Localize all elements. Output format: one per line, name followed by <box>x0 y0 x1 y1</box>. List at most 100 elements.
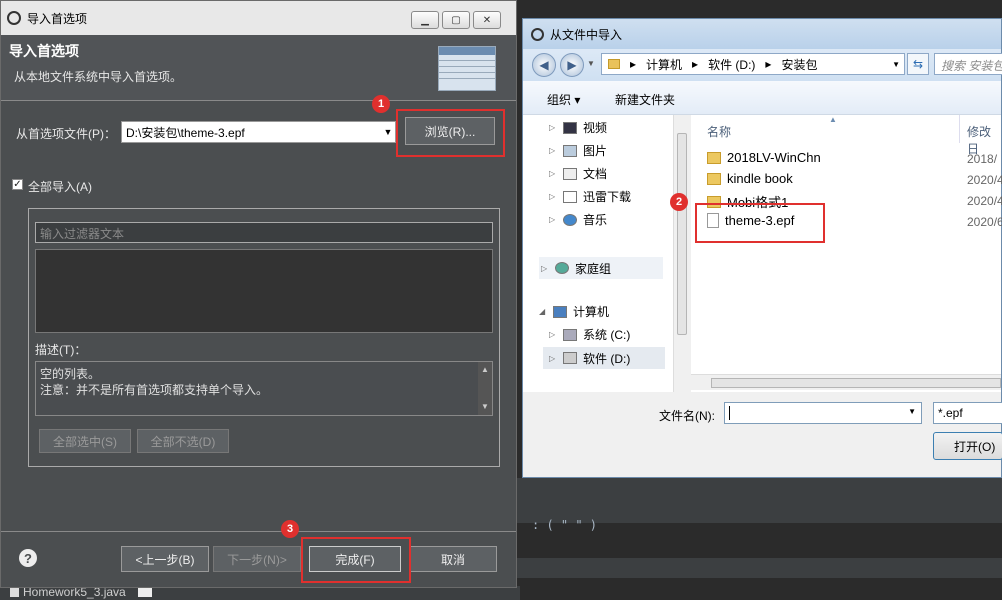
back-arrow-icon[interactable]: ◀ <box>532 53 556 77</box>
folder-icon <box>707 172 721 185</box>
navigation-bar: ◀ ▶ ▼ ▸ 计算机 ▸ 软件 (D:) ▸ 安装包 ▼ ⇆ 搜索 安装包 <box>523 49 1002 81</box>
folder-icon <box>707 151 721 164</box>
tree-scroll-thumb[interactable] <box>677 133 687 335</box>
wizard-subtitle: 从本地文件系统中导入首选项。 <box>14 70 183 84</box>
forward-arrow-icon[interactable]: ▶ <box>560 53 584 77</box>
drive-icon <box>563 352 577 364</box>
wizard-banner-icon <box>438 46 496 91</box>
ide-tab-close[interactable] <box>137 587 152 597</box>
wizard-header: 导入首选项 从本地文件系统中导入首选项。 <box>1 35 516 101</box>
tree-item-pictures[interactable]: ▷ 图片 <box>549 142 607 159</box>
left-dialog-titlebar[interactable]: 导入首选项 ▁ ▢ ✕ <box>1 1 516 35</box>
sort-arrow-icon: ▲ <box>829 115 837 124</box>
tree-item-videos[interactable]: ▷ 视频 <box>549 119 607 136</box>
file-date: 2020/4 <box>967 194 1002 208</box>
eclipse-icon <box>7 11 21 25</box>
step-badge-3: 3 <box>281 520 299 538</box>
filename-input[interactable]: ▼ <box>724 402 922 424</box>
import-preferences-dialog: 导入首选项 ▁ ▢ ✕ 导入首选项 从本地文件系统中导入首选项。 从首选项文件(… <box>0 0 517 588</box>
breadcrumb-drive[interactable]: 软件 (D:) <box>708 56 755 73</box>
back-button[interactable]: <上一步(B) <box>121 546 209 572</box>
file-row[interactable]: 2018LV-WinChn <box>707 150 821 165</box>
drive-icon <box>563 328 577 341</box>
new-folder-button[interactable]: 新建文件夹 <box>615 91 675 108</box>
homegroup-icon <box>555 262 569 274</box>
open-button[interactable]: 打开(O) <box>933 432 1002 460</box>
tree-scrollbar[interactable] <box>673 115 689 392</box>
chevron-down-icon[interactable]: ▼ <box>908 407 916 416</box>
organize-button[interactable]: 组织 ▾ <box>547 91 580 108</box>
file-date: 2020/6 <box>967 215 1002 229</box>
window-controls: ▁ ▢ ✕ <box>411 11 501 29</box>
select-all-button[interactable]: 全部选中(S) <box>39 429 131 453</box>
filename-label: 文件名(N): <box>659 409 715 423</box>
preference-file-value: D:\安装包\theme-3.epf <box>126 126 245 140</box>
cancel-button[interactable]: 取消 <box>409 546 497 572</box>
maximize-icon[interactable]: ▢ <box>442 11 470 29</box>
file-list: 名称 ▲ 修改日 2018LV-WinChn 2018/ kindle book… <box>691 115 1002 392</box>
document-icon <box>563 167 577 180</box>
deselect-all-button[interactable]: 全部不选(D) <box>137 429 229 453</box>
description-line-2: 注意：并不是所有首选项都支持单个导入。 <box>40 383 269 397</box>
tree-item-homegroup[interactable]: ▷ 家庭组 <box>539 257 663 279</box>
file-toolbar: 组织 ▾ 新建文件夹 <box>523 81 1001 115</box>
description-box: 空的列表。 注意：并不是所有首选项都支持单个导入。 ▲ ▼ <box>35 361 493 416</box>
column-name-header[interactable]: 名称 <box>707 123 731 140</box>
address-bar[interactable]: ▸ 计算机 ▸ 软件 (D:) ▸ 安装包 ▼ <box>601 53 905 75</box>
filter-input[interactable]: 输入过滤器文本 <box>35 222 493 243</box>
column-divider <box>959 115 960 143</box>
file-row[interactable]: kindle book <box>707 171 793 186</box>
right-dialog-titlebar[interactable]: 从文件中导入 <box>523 19 1001 49</box>
tree-item-documents[interactable]: ▷ 文档 <box>549 165 607 182</box>
ide-editor-strip <box>515 478 1002 523</box>
next-button[interactable]: 下一步(N)> <box>213 546 301 572</box>
breadcrumb-folder[interactable]: 安装包 <box>781 56 817 73</box>
import-all-checkbox[interactable]: ✓ <box>12 179 23 190</box>
file-date: 2018/ <box>967 152 998 166</box>
chevron-down-icon[interactable]: ▼ <box>892 60 900 69</box>
breadcrumb-sep-icon: ▸ <box>692 57 699 71</box>
help-icon[interactable]: ? <box>19 549 37 567</box>
tree-item-drive-c[interactable]: ▷ 系统 (C:) <box>549 326 630 343</box>
preference-file-combo[interactable]: D:\安装包\theme-3.epf ▼ <box>121 121 396 143</box>
wizard-title: 导入首选项 <box>9 43 79 59</box>
description-scrollbar[interactable]: ▲ ▼ <box>478 362 492 415</box>
tree-item-drive-d[interactable]: ▷ 软件 (D:) <box>543 347 665 369</box>
footer-separator <box>1 531 516 532</box>
filetype-select[interactable]: *.epf <box>933 402 1002 424</box>
minimize-icon[interactable]: ▁ <box>411 11 439 29</box>
navigation-tree: ▷ 视频 ▷ 图片 ▷ 文档 ▷ 迅雷下载 ▷ 音乐 ▷ 家庭组 ◢ 计算机 ▷ 系统 (C:)… <box>523 115 689 392</box>
download-icon <box>563 190 577 203</box>
left-dialog-title: 导入首选项 <box>27 11 88 26</box>
folder-icon <box>608 59 620 69</box>
file-list-hscrollbar[interactable] <box>691 374 1001 390</box>
recent-dropdown-icon[interactable]: ▼ <box>587 59 595 68</box>
right-dialog-title: 从文件中导入 <box>550 27 623 42</box>
hscroll-thumb[interactable] <box>711 378 1001 388</box>
tree-item-computer[interactable]: ◢ 计算机 <box>539 303 609 320</box>
breadcrumb-sep-icon: ▸ <box>765 57 772 71</box>
ide-console-strip <box>515 558 1002 578</box>
step-badge-2: 2 <box>670 193 688 211</box>
description-line-1: 空的列表。 <box>40 367 101 381</box>
breadcrumb-sep-icon: ▸ <box>630 57 637 71</box>
ide-code-snippet: : ( " " ) <box>532 518 598 532</box>
highlight-box-file <box>695 203 825 243</box>
refresh-icon[interactable]: ⇆ <box>907 53 929 75</box>
preferences-tree[interactable] <box>35 249 493 333</box>
tree-item-music[interactable]: ▷ 音乐 <box>549 211 607 228</box>
search-input[interactable]: 搜索 安装包 <box>934 53 1002 75</box>
step-badge-1: 1 <box>372 95 390 113</box>
highlight-box-finish <box>301 537 411 583</box>
eclipse-icon <box>531 27 544 41</box>
close-icon[interactable]: ✕ <box>473 11 501 29</box>
open-file-dialog: 从文件中导入 ◀ ▶ ▼ ▸ 计算机 ▸ 软件 (D:) ▸ 安装包 ▼ ⇆ 搜… <box>522 18 1002 478</box>
file-label: 从首选项文件(P)： <box>16 127 116 141</box>
tree-item-downloads[interactable]: ▷ 迅雷下载 <box>549 188 631 205</box>
highlight-box-browse <box>396 109 505 157</box>
music-icon <box>563 213 577 226</box>
file-date: 2020/4 <box>967 173 1002 187</box>
chevron-down-icon[interactable]: ▼ <box>381 122 395 142</box>
breadcrumb-computer[interactable]: 计算机 <box>646 56 682 73</box>
computer-icon <box>553 305 567 318</box>
